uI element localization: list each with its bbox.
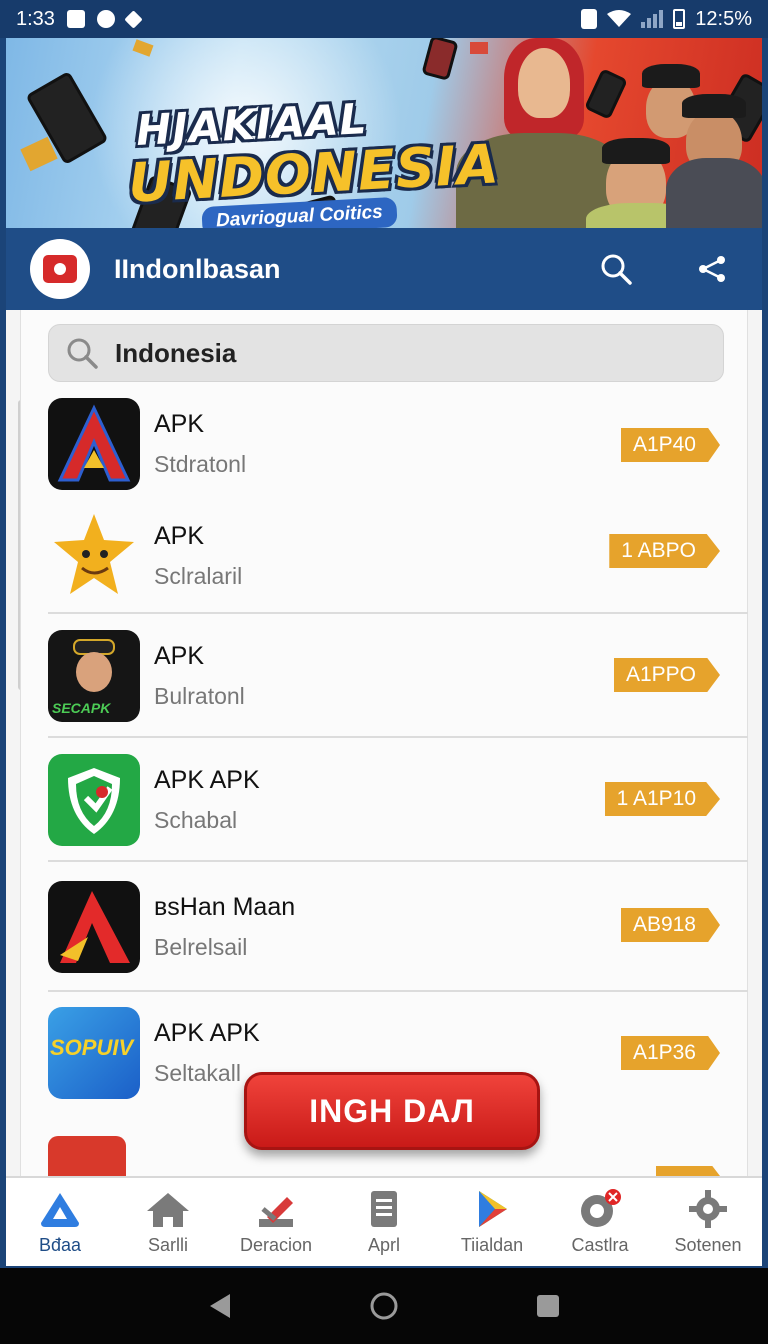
share-button[interactable] [692, 249, 732, 289]
play-store-icon [479, 1190, 507, 1227]
phone-screen: 1:33 12:5% HJAKIAAL UNDONESIA Davriogual… [0, 0, 768, 1344]
cap-illustration [602, 138, 670, 164]
nav-item-deracion[interactable]: Deracion [222, 1178, 330, 1266]
app-title: IIndonlbasan [114, 253, 281, 284]
status-bar: 1:33 12:5% [0, 0, 768, 38]
person-illustration [666, 158, 762, 228]
phone-illustration [421, 38, 459, 81]
nav-label: Tiialdan [460, 1234, 524, 1255]
app-icon: SECAPK [48, 630, 140, 722]
app-title: APK APK [154, 766, 260, 794]
main-content[interactable]: Indonesia APK Stdratonl A1P40 APK Sclral… [6, 310, 762, 1176]
recents-button[interactable] [531, 1289, 565, 1323]
promo-banner[interactable]: HJAKIAAL UNDONESIA Davriogual Coitics [6, 38, 762, 228]
app-icon: SOPUIV [48, 1007, 140, 1099]
diamond-icon [124, 9, 143, 29]
app-title: вsHan Maan [154, 893, 296, 921]
list-item[interactable]: SECAPK APK Bulratonl A1PPO [48, 616, 748, 738]
app-subtitle: Schabal [154, 807, 238, 833]
house-icon [147, 1192, 189, 1227]
nav-label: Castlra [571, 1234, 629, 1255]
version-tag[interactable]: A1P40 [620, 428, 720, 462]
search-icon [67, 338, 98, 369]
search-button[interactable] [596, 249, 636, 289]
cap-illustration [682, 94, 746, 118]
list-item[interactable]: APK APK Schabal 1 A1P10 [48, 740, 748, 862]
nav-item-sarlli[interactable]: Sarlli [114, 1178, 222, 1266]
nav-label: Sotenen [674, 1234, 742, 1255]
app-subtitle: Belrelsail [154, 934, 248, 960]
list-item[interactable]: вsHan Maan Belrelsail AB918 [48, 864, 748, 992]
nav-label: Sarlli [147, 1234, 188, 1255]
app-icon [48, 1136, 126, 1176]
app-bar: IIndonlbasan [6, 228, 762, 310]
app-icon-label: SECAPK [52, 700, 111, 716]
app-title: APK [154, 410, 205, 438]
battery-level: 12:5% [695, 7, 752, 30]
status-time: 1:33 [16, 7, 55, 30]
app-title: APK APK [154, 1019, 260, 1047]
list-item[interactable]: APK Stdratonl A1P40 [48, 396, 748, 492]
edit-icon [259, 1196, 293, 1227]
document-icon [371, 1190, 397, 1227]
app-title: APK [154, 522, 205, 550]
back-icon [210, 1294, 230, 1318]
phone-illustration [584, 68, 628, 120]
system-nav-bar [0, 1268, 768, 1344]
back-button[interactable] [203, 1289, 237, 1323]
phone-vibrate-icon [581, 9, 598, 29]
cap-illustration [642, 64, 700, 88]
nav-item-tiialdan[interactable]: Tiialdan [438, 1178, 546, 1266]
signal-icon [641, 10, 664, 28]
app-subtitle: Stdratonl [154, 451, 247, 477]
search-field[interactable]: Indonesia [48, 324, 724, 382]
app-icon [48, 754, 140, 846]
gear-icon [689, 1189, 727, 1228]
app-icon [48, 398, 140, 490]
download-button[interactable]: INGH DAЛ [244, 1072, 540, 1150]
app-icon [48, 881, 140, 973]
version-tag[interactable]: 1 ABPO [609, 534, 720, 568]
nav-item-sotenen[interactable]: Sotenen [654, 1178, 762, 1266]
nav-item-home[interactable]: Bđaa [6, 1178, 114, 1266]
person-face [518, 48, 570, 118]
app-logo[interactable] [30, 239, 90, 299]
app-subtitle: Sclralaril [154, 563, 243, 589]
nav-label: Bđaa [38, 1234, 82, 1255]
version-tag[interactable] [656, 1166, 720, 1176]
battery-icon [673, 9, 686, 29]
version-tag[interactable]: AB918 [620, 908, 720, 942]
search-icon [601, 254, 632, 285]
version-tag[interactable]: 1 A1P10 [604, 782, 720, 816]
nav-label: Deracion [239, 1234, 313, 1255]
home-triangle-icon [41, 1192, 79, 1227]
nav-label: Aprl [367, 1234, 400, 1255]
nav-item-aprl[interactable]: Aprl [330, 1178, 438, 1266]
app-subtitle: Bulratonl [154, 683, 245, 709]
list-item[interactable]: APK Sclralaril 1 ABPO [48, 500, 748, 614]
app-title: APK [154, 642, 205, 670]
wifi-icon [607, 10, 632, 27]
nav-item-castlra[interactable]: Castlra [546, 1178, 654, 1266]
version-tag[interactable]: A1PPO [613, 658, 720, 692]
home-icon [370, 1292, 398, 1320]
vpn-icon [96, 10, 115, 28]
home-button[interactable] [367, 1289, 401, 1323]
recents-icon [537, 1295, 559, 1317]
badge-notification-icon [581, 1188, 621, 1227]
version-tag[interactable]: A1P36 [620, 1036, 720, 1070]
app-subtitle: Seltakall [154, 1060, 241, 1086]
bottom-nav: Bđaa Sarlli Deracion Aprl Tiialdan Castl… [6, 1176, 762, 1266]
app-icon-label: SOPUIV [50, 1035, 134, 1060]
share-icon [699, 256, 725, 282]
app-icon [48, 510, 140, 602]
search-input[interactable]: Indonesia [115, 338, 236, 369]
image-icon [66, 10, 85, 28]
